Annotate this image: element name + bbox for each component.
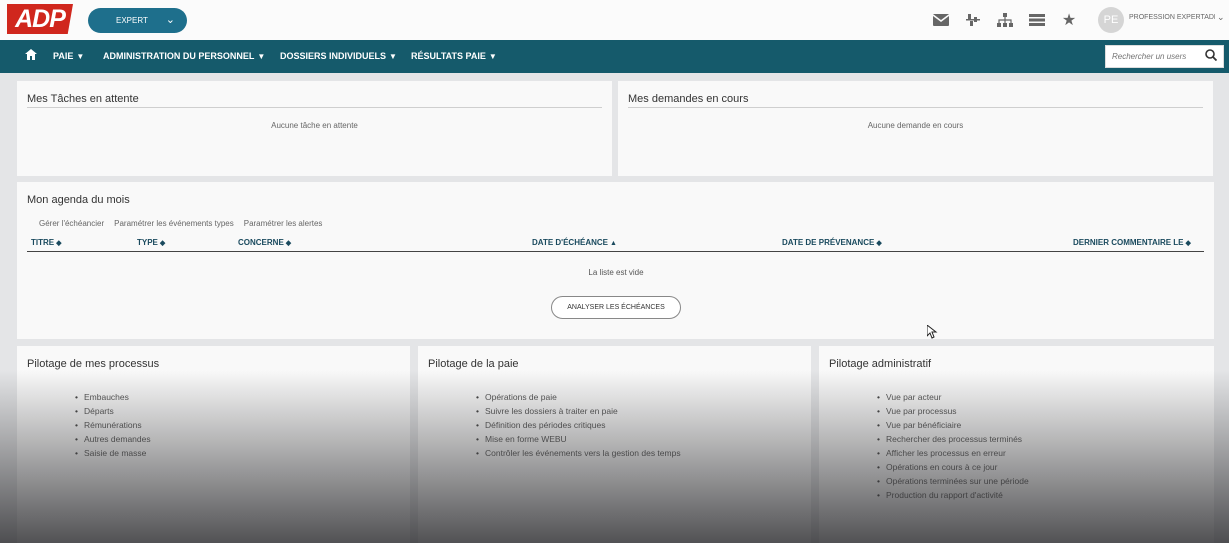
user-name[interactable]: PROFESSION EXPERTADP	[1129, 14, 1215, 21]
sort-icon: ◆	[1185, 240, 1191, 247]
list-item[interactable]: Autres demandes	[75, 432, 151, 446]
search-icon[interactable]	[1205, 49, 1218, 64]
panel-title: Mon agenda du mois	[27, 194, 130, 206]
sort-icon: ▲	[609, 240, 617, 247]
list-item[interactable]: Vue par bénéficiaire	[877, 418, 1029, 432]
list-item[interactable]: Suivre les dossiers à traiter en paie	[476, 404, 681, 418]
payroll-list: Opérations de paie Suivre les dossiers à…	[476, 390, 681, 460]
list-item[interactable]: Production du rapport d'activité	[877, 488, 1029, 502]
panel-title: Mes demandes en cours	[628, 93, 749, 105]
empty-message: La liste est vide	[588, 268, 644, 277]
column-label: DATE D'ÉCHÉANCE	[532, 238, 608, 247]
column-label: TITRE	[31, 238, 55, 247]
role-selector[interactable]: EXPERT ⌄	[88, 8, 187, 33]
top-icon-group: ★	[930, 9, 1090, 31]
nav-label: ADMINISTRATION DU PERSONNEL	[103, 51, 255, 61]
nav-item-paie[interactable]: PAIE ▼	[53, 51, 84, 61]
chevron-down-icon: ▼	[389, 52, 397, 61]
list-item[interactable]: Opérations en cours à ce jour	[877, 460, 1029, 474]
list-item[interactable]: Définition des périodes critiques	[476, 418, 681, 432]
list-item[interactable]: Vue par acteur	[877, 390, 1029, 404]
divider	[27, 107, 602, 108]
sort-icon: ◆	[876, 240, 882, 247]
empty-message: Aucune tâche en attente	[271, 121, 358, 130]
panel-title: Pilotage administratif	[829, 358, 932, 370]
nav-item-resultats[interactable]: RÉSULTATS PAIE ▼	[411, 51, 497, 61]
chevron-down-icon: ⌄	[165, 14, 175, 26]
avatar[interactable]: PE	[1098, 7, 1124, 33]
hierarchy-icon[interactable]	[994, 9, 1016, 31]
divider	[628, 107, 1203, 108]
chevron-down-icon[interactable]: ⌄	[1217, 12, 1225, 23]
list-item[interactable]: Afficher les processus en erreur	[877, 446, 1029, 460]
nav-label: DOSSIERS INDIVIDUELS	[280, 51, 387, 61]
sort-icon: ◆	[285, 240, 292, 247]
payroll-panel: Pilotage de la paie Opérations de paie S…	[418, 346, 811, 543]
nav-label: RÉSULTATS PAIE	[411, 51, 486, 61]
column-label: DERNIER COMMENTAIRE LE	[1073, 238, 1184, 247]
panel-title: Mes Tâches en attente	[27, 93, 139, 105]
sort-icon: ◆	[56, 240, 62, 247]
chevron-down-icon: ▼	[257, 52, 266, 61]
list-item[interactable]: Rémunérations	[75, 418, 151, 432]
top-bar: ADP EXPERT ⌄ ★ PE PROFESSION EXPERTADP ⌄	[0, 0, 1229, 40]
panel-title: Pilotage de mes processus	[27, 358, 160, 370]
analyze-deadlines-button[interactable]: ANALYSER LES ÉCHÉANCES	[551, 296, 681, 319]
search-box	[1105, 45, 1224, 68]
agenda-links: Gérer l'échéancier Paramétrer les événem…	[39, 219, 332, 228]
column-header-concerne[interactable]: CONCERNE ◆	[238, 238, 291, 247]
list-item[interactable]: Opérations terminées sur une période	[877, 474, 1029, 488]
mail-icon[interactable]	[930, 9, 952, 31]
main-nav: PAIE ▼ ADMINISTRATION DU PERSONNEL ▼ DOSSI…	[0, 40, 1229, 73]
nav-label: PAIE	[53, 51, 74, 61]
chevron-down-icon: ▼	[488, 52, 497, 61]
nav-item-dossiers[interactable]: DOSSIERS INDIVIDUELS ▼	[280, 51, 397, 61]
column-label: TYPE	[137, 238, 158, 247]
alerts-link[interactable]: Paramétrer les alertes	[244, 219, 323, 228]
home-icon[interactable]	[25, 49, 39, 63]
nav-item-administration[interactable]: ADMINISTRATION DU PERSONNEL ▼	[103, 51, 265, 61]
list-icon[interactable]	[1026, 9, 1048, 31]
adp-logo[interactable]: ADP	[7, 4, 73, 34]
column-header-due-date[interactable]: DATE D'ÉCHÉANCE ▲	[532, 238, 617, 247]
column-header-titre[interactable]: TITRE ◆	[31, 238, 62, 247]
sort-icon: ◆	[159, 240, 166, 247]
chevron-down-icon: ▼	[76, 52, 85, 61]
list-item[interactable]: Saisie de masse	[75, 446, 151, 460]
column-header-last-comment[interactable]: DERNIER COMMENTAIRE LE ◆	[1073, 238, 1191, 247]
column-label: DATE DE PRÉVENANCE	[782, 238, 875, 247]
list-item[interactable]: Mise en forme WEBU	[476, 432, 681, 446]
role-label: EXPERT	[116, 16, 148, 25]
list-item[interactable]: Rechercher des processus terminés	[877, 432, 1029, 446]
admin-panel: Pilotage administratif Vue par acteur Vu…	[819, 346, 1214, 543]
manage-schedule-link[interactable]: Gérer l'échéancier	[39, 219, 104, 228]
list-item[interactable]: Embauches	[75, 390, 151, 404]
column-label: CONCERNE	[238, 238, 284, 247]
list-item[interactable]: Contrôler les événements vers la gestion…	[476, 446, 681, 460]
table-header-divider	[27, 251, 1204, 252]
column-header-notice-date[interactable]: DATE DE PRÉVENANCE ◆	[782, 238, 882, 247]
list-item[interactable]: Opérations de paie	[476, 390, 681, 404]
star-icon[interactable]: ★	[1058, 9, 1080, 31]
admin-list: Vue par acteur Vue par processus Vue par…	[877, 390, 1029, 502]
agenda-panel: Mon agenda du mois Gérer l'échéancier Pa…	[17, 182, 1214, 339]
search-input[interactable]	[1106, 46, 1201, 67]
process-list: Embauches Départs Rémunérations Autres d…	[75, 390, 151, 460]
column-header-type[interactable]: TYPE ◆	[137, 238, 165, 247]
requests-panel: Mes demandes en cours Aucune demande en …	[618, 81, 1213, 176]
empty-message: Aucune demande en cours	[867, 121, 964, 130]
mouse-cursor-icon	[926, 323, 938, 342]
panel-title: Pilotage de la paie	[428, 358, 519, 370]
process-panel: Pilotage de mes processus Embauches Dépa…	[17, 346, 410, 543]
org-chart-icon[interactable]	[962, 9, 984, 31]
event-types-link[interactable]: Paramétrer les événements types	[114, 219, 234, 228]
list-item[interactable]: Départs	[75, 404, 151, 418]
tasks-panel: Mes Tâches en attente Aucune tâche en at…	[17, 81, 612, 176]
list-item[interactable]: Vue par processus	[877, 404, 1029, 418]
